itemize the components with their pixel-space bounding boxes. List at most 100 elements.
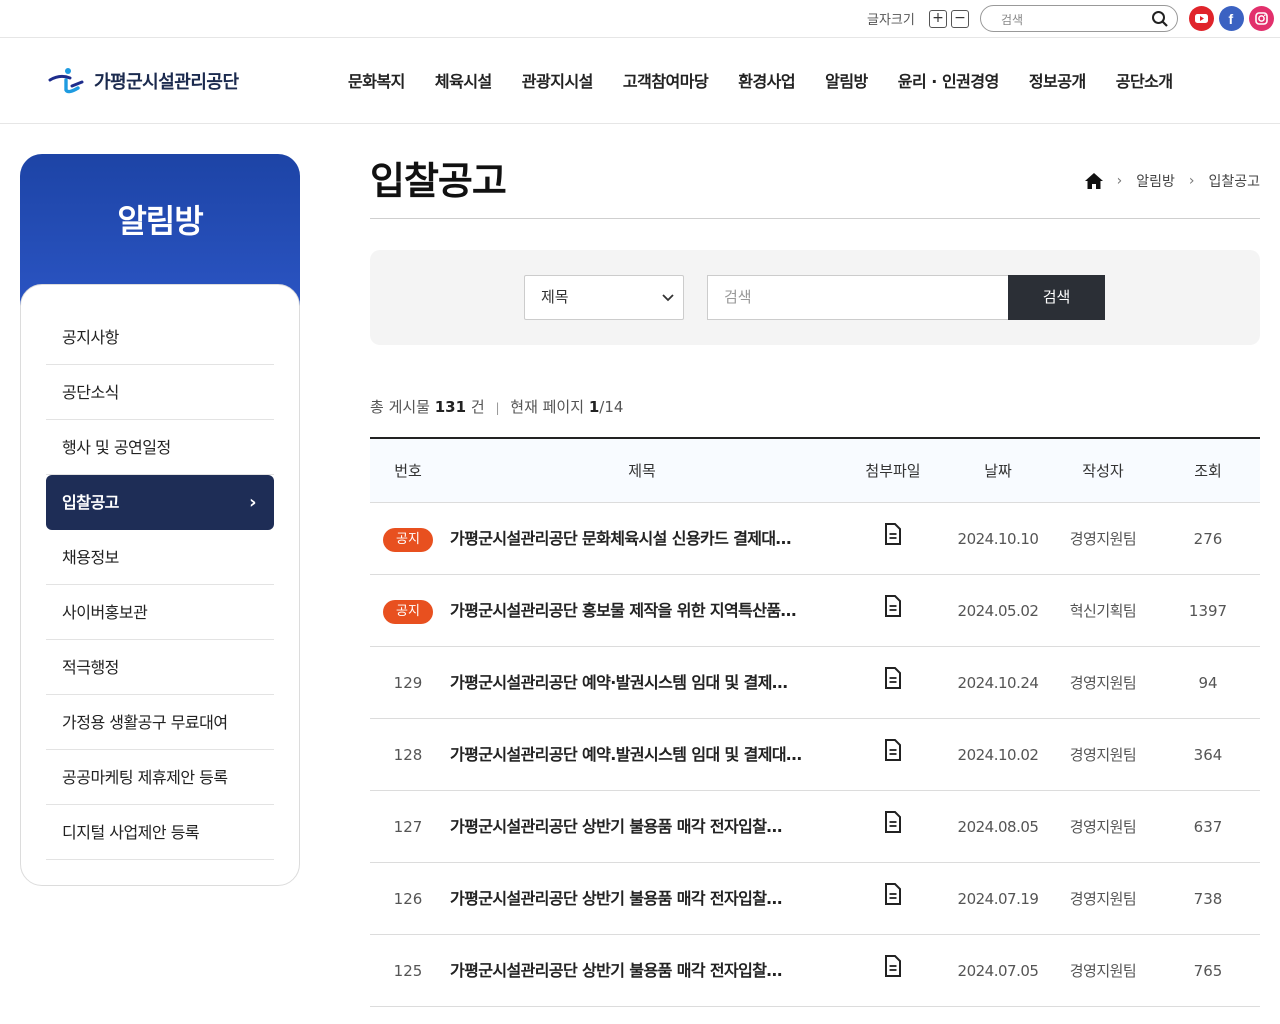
breadcrumb-item[interactable]: 입찰공고 xyxy=(1208,171,1260,191)
menu-item-sports[interactable]: 체육시설 xyxy=(435,68,492,92)
total-label: 총 게시물 xyxy=(370,398,430,416)
top-search-placeholder: 검색 xyxy=(1001,13,1024,27)
row-views: 765 xyxy=(1193,962,1223,980)
chevron-right-icon: › xyxy=(1116,173,1123,189)
row-number: 126 xyxy=(393,890,423,908)
menu-item-customer[interactable]: 고객참여마당 xyxy=(623,68,709,92)
table-header: 번호 제목 첨부파일 날짜 작성자 조회 xyxy=(370,439,1260,503)
menu-item-info[interactable]: 정보공개 xyxy=(1029,68,1086,92)
sidebar-title: 알림방 xyxy=(117,202,203,240)
row-title-link[interactable]: 가평군시설관리공단 홍보물 제작을 위한 지역특산품… xyxy=(450,575,830,647)
row-title-link[interactable]: 가평군시설관리공단 예약·발권시스템 임대 및 결제… xyxy=(450,647,830,719)
row-date: 2024.07.19 xyxy=(957,890,1039,908)
table-row[interactable]: 공지 가평군시설관리공단 홍보물 제작을 위한 지역특산품… 2024.05.02 혁… xyxy=(370,575,1260,647)
sidebar-item-notices[interactable]: 공지사항 xyxy=(46,310,274,365)
row-writer: 경영지원팀 xyxy=(1069,746,1137,764)
table-row[interactable]: 128 가평군시설관리공단 예약.발권시스템 임대 및 결제대… 2024.10.0… xyxy=(370,719,1260,791)
table-row[interactable]: 126 가평군시설관리공단 상반기 불용품 매각 전자입찰… 2024.07.19 경… xyxy=(370,863,1260,935)
search-input[interactable]: 검색 xyxy=(707,275,1009,320)
row-views: 364 xyxy=(1193,746,1223,764)
home-icon[interactable] xyxy=(1084,173,1103,189)
header-title: 제목 xyxy=(628,462,656,480)
table-row[interactable]: 공지 가평군시설관리공단 문화체육시설 신용카드 결제대… 2024.10.10 경영… xyxy=(370,503,1260,575)
row-title-link[interactable]: 가평군시설관리공단 예약.발권시스템 임대 및 결제대… xyxy=(450,719,830,791)
breadcrumb: › 알림방 › 입찰공고 xyxy=(1084,171,1260,191)
menu-item-ethics[interactable]: 윤리 · 인권경영 xyxy=(898,68,1000,92)
search-button[interactable]: 검색 xyxy=(1008,275,1105,320)
page-label: 현재 페이지 xyxy=(510,398,585,416)
sidebar-item-proactive[interactable]: 적극행정 xyxy=(46,640,274,695)
logo[interactable]: 가평군시설관리공단 xyxy=(48,66,239,96)
font-increase-button[interactable]: + xyxy=(929,10,947,28)
attachment-cell xyxy=(850,719,936,791)
row-writer: 경영지원팀 xyxy=(1069,962,1137,980)
menu-item-about[interactable]: 공단소개 xyxy=(1116,68,1173,92)
font-decrease-button[interactable]: − xyxy=(951,10,969,28)
row-number: 127 xyxy=(393,818,423,836)
sidebar-item-bids[interactable]: 입찰공고 › xyxy=(46,475,274,530)
chevron-right-icon: › xyxy=(1188,173,1195,189)
row-views: 637 xyxy=(1193,818,1223,836)
youtube-icon[interactable] xyxy=(1189,6,1214,31)
instagram-icon[interactable] xyxy=(1249,6,1274,31)
attachment-cell xyxy=(850,575,936,647)
row-date: 2024.10.02 xyxy=(957,746,1039,764)
row-writer: 경영지원팀 xyxy=(1069,674,1137,692)
row-views: 94 xyxy=(1198,674,1218,692)
file-icon[interactable] xyxy=(883,792,903,864)
menu-item-notice[interactable]: 알림방 xyxy=(825,68,868,92)
row-number: 128 xyxy=(393,746,423,764)
current-page: 1 xyxy=(588,398,600,416)
sidebar-item-news[interactable]: 공단소식 xyxy=(46,365,274,420)
table-row[interactable]: 129 가평군시설관리공단 예약·발권시스템 임대 및 결제… 2024.10.24… xyxy=(370,647,1260,719)
total-pages: /14 xyxy=(599,398,624,416)
row-date: 2024.10.24 xyxy=(957,674,1039,692)
row-date: 2024.05.02 xyxy=(957,602,1039,620)
logo-text: 가평군시설관리공단 xyxy=(94,72,239,93)
menu-item-tourism[interactable]: 관광지시설 xyxy=(522,68,594,92)
row-title-link[interactable]: 가평군시설관리공단 상반기 불용품 매각 전자입찰… xyxy=(450,791,830,863)
header-writer: 작성자 xyxy=(1082,462,1124,480)
table-row[interactable]: 125 가평군시설관리공단 상반기 불용품 매각 전자입찰… 2024.07.05 경… xyxy=(370,935,1260,1007)
sidebar-item-digital[interactable]: 디지털 사업제안 등록 xyxy=(46,805,274,860)
search-field-select[interactable]: 제목 xyxy=(524,275,684,320)
row-writer: 경영지원팀 xyxy=(1069,530,1137,548)
total-count: 131 xyxy=(434,398,467,416)
row-number: 공지 xyxy=(370,503,446,575)
row-number: 125 xyxy=(393,962,423,980)
header-number: 번호 xyxy=(394,462,422,480)
sidebar-item-events[interactable]: 행사 및 공연일정 xyxy=(46,420,274,475)
sidebar-item-tool-rental[interactable]: 가정용 생활공구 무료대여 xyxy=(46,695,274,750)
file-icon[interactable] xyxy=(883,864,903,936)
sidebar-item-marketing[interactable]: 공공마케팅 제휴제안 등록 xyxy=(46,750,274,805)
row-title-link[interactable]: 가평군시설관리공단 상반기 불용품 매각 전자입찰… xyxy=(450,935,830,1007)
header-attachment: 첨부파일 xyxy=(865,462,921,480)
chevron-down-icon xyxy=(662,294,674,302)
attachment-cell xyxy=(850,935,936,1007)
file-icon[interactable] xyxy=(883,720,903,792)
menu-item-culture[interactable]: 문화복지 xyxy=(348,68,405,92)
header-views: 조회 xyxy=(1194,462,1222,480)
menu-item-environment[interactable]: 환경사업 xyxy=(738,68,795,92)
row-writer: 경영지원팀 xyxy=(1069,818,1137,836)
file-icon[interactable] xyxy=(883,936,903,1008)
chevron-right-icon: › xyxy=(249,492,256,513)
sidebar-item-label: 입찰공고 xyxy=(62,493,119,512)
row-title-link[interactable]: 가평군시설관리공단 문화체육시설 신용카드 결제대… xyxy=(450,503,830,575)
search-panel: 제목 검색 검색 xyxy=(370,250,1260,345)
row-date: 2024.10.10 xyxy=(957,530,1039,548)
file-icon[interactable] xyxy=(883,576,903,648)
row-title-link[interactable]: 가평군시설관리공단 상반기 불용품 매각 전자입찰… xyxy=(450,863,830,935)
facebook-icon[interactable]: f xyxy=(1219,6,1244,31)
breadcrumb-item[interactable]: 알림방 xyxy=(1136,171,1175,191)
top-search-input[interactable]: 검색 xyxy=(980,5,1178,32)
sidebar-item-recruit[interactable]: 채용정보 xyxy=(46,530,274,585)
search-icon[interactable] xyxy=(1151,10,1169,28)
sidebar-item-cyber-pr[interactable]: 사이버홍보관 xyxy=(46,585,274,640)
file-icon[interactable] xyxy=(883,504,903,576)
file-icon[interactable] xyxy=(883,648,903,720)
page-title: 입찰공고 xyxy=(370,159,507,203)
logo-icon xyxy=(48,68,84,94)
attachment-cell xyxy=(850,863,936,935)
table-row[interactable]: 127 가평군시설관리공단 상반기 불용품 매각 전자입찰… 2024.08.05 경… xyxy=(370,791,1260,863)
